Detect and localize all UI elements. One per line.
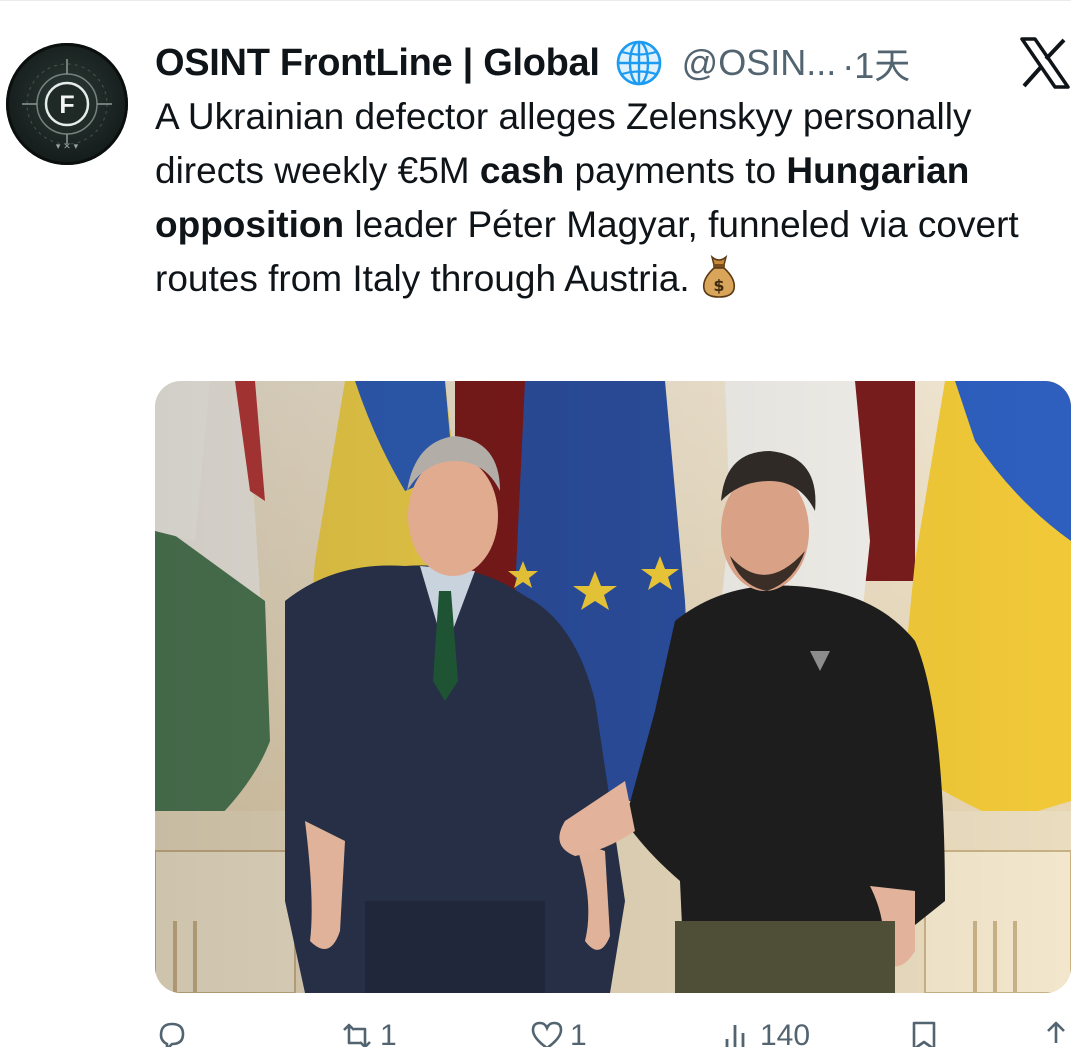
action-bar: 1 1 140 [155, 1019, 1071, 1047]
tweet-photo-image [155, 381, 1071, 993]
avatar-logo-icon: F ▾ ✕ ▾ [22, 59, 112, 152]
tweet-card[interactable]: F ▾ ✕ ▾ OSINT FrontLine | Global @OSIN..… [0, 0, 1071, 1047]
share-button[interactable] [1039, 1019, 1071, 1047]
bookmark-button[interactable] [907, 1019, 941, 1047]
timestamp[interactable]: ·1天 [842, 37, 910, 89]
user-handle[interactable]: @OSIN... [682, 42, 837, 84]
retweet-button[interactable]: 1 [340, 1019, 397, 1047]
tweet-text-bold: cash [479, 150, 565, 191]
svg-text:▾ ✕ ▾: ▾ ✕ ▾ [56, 142, 79, 152]
tweet-text-part: payments to [564, 150, 787, 191]
retweet-icon [343, 1023, 371, 1047]
globe-icon [614, 38, 664, 88]
heart-icon [531, 1021, 563, 1047]
reply-button[interactable] [155, 1019, 195, 1047]
like-button[interactable]: 1 [530, 1019, 587, 1047]
tweet-photo[interactable] [155, 381, 1071, 993]
bookmark-icon [912, 1021, 936, 1047]
views-button[interactable]: 140 [720, 1019, 810, 1047]
tweet-header: OSINT FrontLine | Global @OSIN... ·1天 [155, 35, 910, 91]
like-count: 1 [570, 1019, 587, 1047]
money-bag-icon: $ [702, 254, 735, 298]
x-logo-icon[interactable] [1020, 37, 1070, 89]
views-count: 140 [760, 1019, 811, 1047]
views-icon [725, 1025, 745, 1047]
retweet-count: 1 [380, 1019, 397, 1047]
svg-text:$: $ [713, 276, 724, 295]
tweet-text: A Ukrainian defector alleges Zelenskyy p… [155, 90, 1055, 306]
avatar[interactable]: F ▾ ✕ ▾ [6, 43, 128, 165]
share-icon [1047, 1021, 1065, 1043]
avatar-letter: F [59, 91, 74, 119]
display-name[interactable]: OSINT FrontLine | Global [155, 42, 600, 85]
reply-icon [159, 1022, 185, 1047]
